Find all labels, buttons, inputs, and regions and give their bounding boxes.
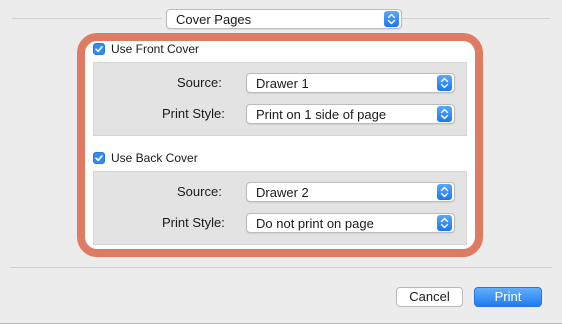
up-down-chevrons-icon [437, 75, 452, 91]
top-separator-right [400, 18, 550, 19]
front-print-style-value: Print on 1 side of page [256, 107, 387, 122]
front-cover-checkbox[interactable] [93, 43, 105, 55]
bottom-separator [10, 267, 552, 268]
back-source-label: Source: [177, 184, 222, 199]
up-down-chevrons-icon [437, 215, 452, 231]
back-print-style-value: Do not print on page [256, 216, 374, 231]
front-source-value: Drawer 1 [256, 76, 309, 91]
cancel-button[interactable]: Cancel [396, 287, 463, 307]
front-cover-checkbox-label: Use Front Cover [111, 42, 200, 56]
back-print-style-popup[interactable]: Do not print on page [246, 213, 455, 233]
print-dialog: Cover Pages Use Front Cover Source: Draw… [0, 0, 562, 323]
back-source-value: Drawer 2 [256, 185, 309, 200]
back-cover-checkbox-label: Use Back Cover [111, 151, 198, 165]
front-print-style-label: Print Style: [162, 106, 225, 121]
section-popup-value: Cover Pages [176, 12, 252, 27]
up-down-chevrons-icon [437, 184, 452, 200]
up-down-chevrons-icon [437, 106, 452, 122]
front-source-popup[interactable]: Drawer 1 [246, 73, 455, 93]
top-separator-left [12, 18, 162, 19]
front-source-label: Source: [177, 75, 222, 90]
checkmark-icon [95, 155, 103, 162]
print-button[interactable]: Print [474, 287, 542, 307]
back-source-popup[interactable]: Drawer 2 [246, 182, 455, 202]
checkmark-icon [95, 46, 103, 53]
back-print-style-label: Print Style: [162, 215, 225, 230]
back-cover-checkbox[interactable] [93, 152, 105, 164]
up-down-chevrons-icon [384, 11, 399, 27]
window-bottom-edge [0, 323, 562, 329]
front-print-style-popup[interactable]: Print on 1 side of page [246, 104, 455, 124]
section-popup[interactable]: Cover Pages [166, 9, 402, 29]
